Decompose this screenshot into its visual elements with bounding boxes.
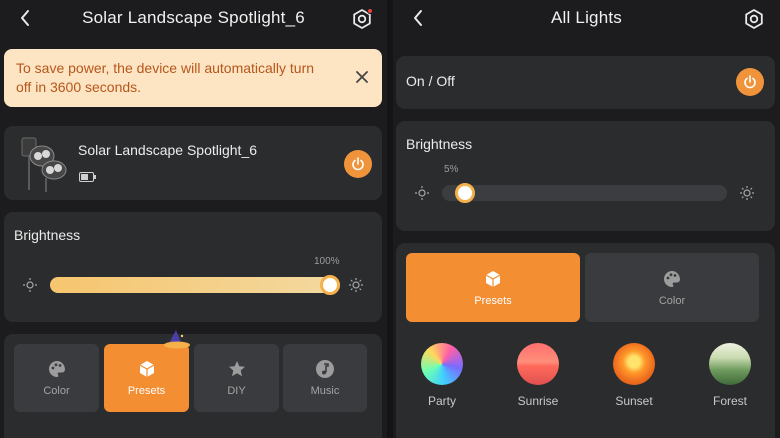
preset-party[interactable]: Party	[410, 343, 474, 408]
preset-sunrise[interactable]: Sunrise	[506, 343, 570, 408]
banner-text: To save power, the device will automatic…	[16, 60, 315, 95]
page-title: All Lights	[551, 8, 622, 27]
onoff-label: On / Off	[406, 73, 455, 89]
sunrise-thumb	[517, 343, 559, 385]
music-note-icon	[316, 360, 334, 378]
banner-close-button[interactable]	[354, 69, 370, 85]
sunset-thumb	[613, 343, 655, 385]
sun-dim-icon	[23, 278, 37, 292]
palette-icon	[664, 270, 680, 287]
brightness-label: Brightness	[406, 136, 473, 152]
close-icon	[356, 71, 368, 83]
tab-color[interactable]: Color	[14, 344, 99, 412]
tab-presets-label: Presets	[474, 294, 512, 307]
brightness-label: Brightness	[14, 227, 81, 243]
party-thumb	[421, 343, 463, 385]
device-card: Solar Landscape Spotlight_6	[4, 126, 382, 200]
preset-label: Party	[427, 394, 456, 408]
device-name: Solar Landscape Spotlight_6	[78, 142, 258, 158]
spotlight-device-image	[21, 137, 67, 192]
settings-button[interactable]	[350, 7, 374, 31]
tab-music[interactable]: Music	[283, 344, 367, 412]
tab-color-label: Color	[658, 294, 686, 307]
witch-hat-badge-icon	[164, 330, 190, 349]
brightness-thumb[interactable]	[320, 275, 340, 295]
power-save-banner: To save power, the device will automatic…	[4, 49, 382, 107]
tab-music-label: Music	[310, 385, 340, 397]
preset-forest[interactable]: Forest	[698, 343, 762, 408]
power-button[interactable]	[736, 68, 764, 96]
palette-icon	[48, 361, 65, 377]
brightness-fill	[50, 277, 340, 293]
settings-button[interactable]	[742, 7, 766, 31]
sun-bright-icon	[740, 186, 754, 200]
brightness-card: Brightness 5%	[396, 121, 775, 231]
device-screen: Solar Landscape Spotlight_6 To save powe…	[0, 0, 387, 438]
page-title: Solar Landscape Spotlight_6	[82, 8, 305, 27]
brightness-card: Brightness 100%	[4, 212, 382, 322]
forest-thumb	[709, 343, 751, 385]
sun-dim-icon	[415, 186, 429, 200]
top-bar: All Lights	[393, 0, 780, 38]
group-screen: All Lights On / Off Brightness 5% Preset…	[393, 0, 780, 438]
tab-diy[interactable]: DIY	[194, 344, 279, 412]
preset-label: Sunset	[615, 394, 653, 408]
onoff-card: On / Off	[396, 56, 775, 109]
power-icon	[744, 75, 756, 89]
notification-dot	[367, 8, 373, 14]
brightness-thumb[interactable]	[455, 183, 476, 203]
brightness-slider[interactable]	[442, 183, 727, 203]
power-icon	[352, 157, 364, 171]
mode-card: Presets Color Party Sunrise Sunset Fores…	[396, 243, 775, 438]
cube-icon	[485, 270, 501, 287]
battery-icon	[79, 172, 96, 182]
power-button[interactable]	[344, 150, 372, 178]
hex-gear-icon	[745, 9, 763, 29]
mode-card: Color Presets DIY Music	[4, 330, 382, 438]
preset-label: Sunrise	[517, 394, 559, 408]
tab-presets[interactable]: Presets	[406, 253, 580, 322]
top-bar: Solar Landscape Spotlight_6	[0, 0, 387, 38]
cube-icon	[139, 361, 154, 377]
brightness-value: 5%	[444, 164, 459, 175]
tab-diy-label: DIY	[227, 385, 246, 397]
preset-sunset[interactable]: Sunset	[602, 343, 666, 408]
preset-label: Forest	[712, 394, 747, 408]
tab-presets[interactable]: Presets	[104, 344, 189, 412]
diy-star-icon	[228, 361, 245, 377]
tab-presets-label: Presets	[127, 385, 166, 397]
tab-color[interactable]: Color	[585, 253, 759, 322]
brightness-slider[interactable]	[50, 275, 340, 295]
sun-bright-icon	[349, 278, 363, 292]
tab-color-label: Color	[43, 385, 70, 397]
brightness-value: 100%	[314, 256, 340, 267]
